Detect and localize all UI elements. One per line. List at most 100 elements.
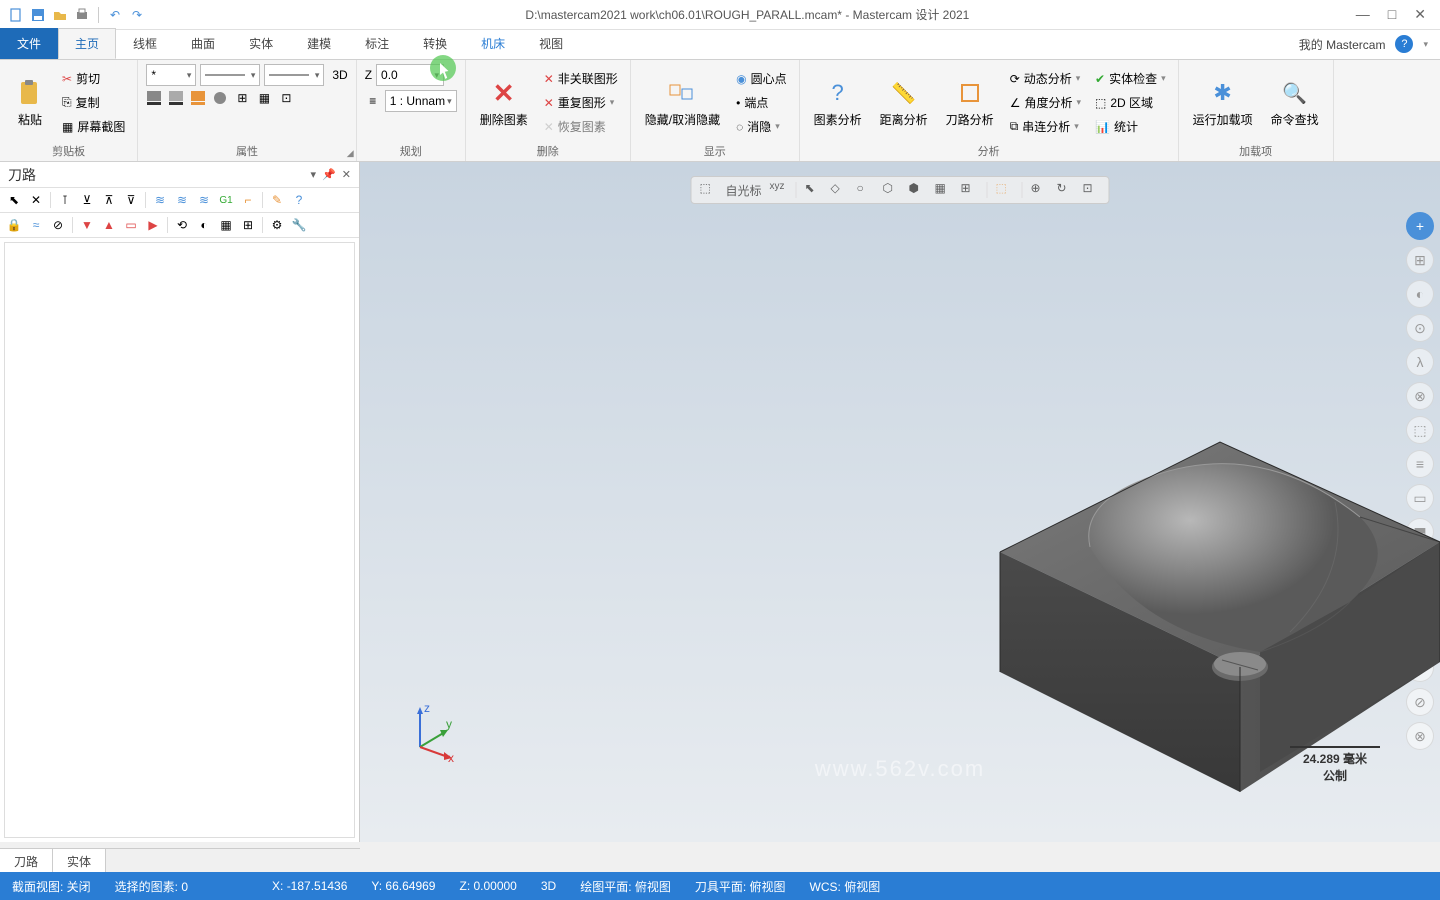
ft-icon1[interactable]: ⬚: [699, 181, 717, 199]
ft-icon10[interactable]: ⊕: [1031, 181, 1049, 199]
nonassoc-button[interactable]: ✕非关联图形: [540, 68, 622, 90]
help-icon[interactable]: ?: [291, 192, 307, 208]
tree-icon4[interactable]: ⊽: [123, 192, 139, 208]
3d-label[interactable]: 3D: [332, 68, 347, 82]
ft-icon5[interactable]: ⬡: [883, 181, 901, 199]
color-orange-icon[interactable]: [190, 90, 206, 106]
wrench-icon[interactable]: 🔧: [291, 217, 307, 233]
panel-close-icon[interactable]: ✕: [342, 168, 351, 181]
cursor-mode-label[interactable]: 自光标: [725, 182, 761, 199]
region-button[interactable]: ⬚2D 区域: [1091, 92, 1170, 114]
tab-surface[interactable]: 曲面: [174, 28, 232, 59]
ft-icon7[interactable]: ▦: [935, 181, 953, 199]
undo-icon[interactable]: ↶: [107, 7, 123, 23]
screenshot-button[interactable]: ▦屏幕截图: [58, 116, 129, 138]
endpoint-button[interactable]: •端点: [732, 92, 791, 114]
tab-solid[interactable]: 实体: [232, 28, 290, 59]
up-icon[interactable]: ▲: [101, 217, 117, 233]
angle-analyze-button[interactable]: ∠角度分析▾: [1006, 92, 1085, 114]
down-icon[interactable]: ▼: [79, 217, 95, 233]
chain-analyze-button[interactable]: ⧉串连分析▾: [1006, 116, 1085, 138]
stats-button[interactable]: 📊统计: [1091, 116, 1170, 138]
minimize-button[interactable]: —: [1356, 6, 1370, 23]
path-icon[interactable]: ⌐: [240, 192, 256, 208]
status-mode[interactable]: 3D: [541, 879, 556, 893]
tab-wireframe[interactable]: 线框: [116, 28, 174, 59]
dyn-analyze-button[interactable]: ⟳动态分析▾: [1006, 68, 1085, 90]
ft-icon11[interactable]: ↻: [1057, 181, 1075, 199]
right-icon[interactable]: ▶: [145, 217, 161, 233]
btab-solid[interactable]: 实体: [53, 849, 106, 872]
line-style-combo[interactable]: [200, 64, 260, 86]
material-icon[interactable]: [212, 90, 228, 106]
point-style-combo[interactable]: *: [146, 64, 196, 86]
tab-file[interactable]: 文件: [0, 28, 58, 59]
dist-analyze-button[interactable]: 📏距离分析: [874, 75, 934, 130]
select-x-icon[interactable]: ✕: [28, 192, 44, 208]
tab-dimension[interactable]: 标注: [348, 28, 406, 59]
ft-icon8[interactable]: ⊞: [961, 181, 979, 199]
ft-icon6[interactable]: ⬢: [909, 181, 927, 199]
ft-icon9[interactable]: ⬚: [996, 181, 1014, 199]
paste-button[interactable]: 粘贴: [8, 75, 52, 130]
copy-button[interactable]: ⎘复制: [58, 92, 129, 114]
gear-icon[interactable]: ⚙: [269, 217, 285, 233]
side-add-icon[interactable]: +: [1406, 212, 1434, 240]
check-button[interactable]: ✔实体检查▾: [1091, 68, 1170, 90]
layer-icon2[interactable]: ≋: [174, 192, 190, 208]
tree-icon1[interactable]: ⊺: [57, 192, 73, 208]
side-tool3-icon[interactable]: ⊙: [1406, 314, 1434, 342]
tab-model[interactable]: 建模: [290, 28, 348, 59]
attr-launcher-icon[interactable]: ◢: [347, 148, 354, 159]
g1-icon[interactable]: G1: [218, 192, 234, 208]
tab-machine[interactable]: 机床: [464, 28, 522, 59]
cmd-find-button[interactable]: 🔍命令查找: [1265, 75, 1325, 130]
color-fill-icon[interactable]: [146, 90, 162, 106]
delete-element-button[interactable]: ✕ 删除图素: [474, 75, 534, 130]
center-button[interactable]: ◉圆心点: [732, 68, 791, 90]
help-dropdown-icon[interactable]: ▾: [1423, 39, 1428, 50]
panel-dropdown-icon[interactable]: ▾: [311, 168, 317, 181]
tree-icon2[interactable]: ⊻: [79, 192, 95, 208]
select-icon[interactable]: ⬉: [6, 192, 22, 208]
hide-button[interactable]: 隐藏/取消隐藏: [639, 75, 726, 130]
tool-icon4[interactable]: ⊞: [240, 217, 256, 233]
help-icon[interactable]: ?: [1395, 35, 1413, 53]
tab-transform[interactable]: 转换: [406, 28, 464, 59]
duplicate-button[interactable]: ✕重复图形▾: [540, 92, 622, 114]
run-addon-button[interactable]: ✱运行加载项: [1187, 75, 1259, 130]
attr-icon3[interactable]: ⊡: [278, 90, 294, 106]
btab-toolpath[interactable]: 刀路: [0, 849, 53, 872]
open-icon[interactable]: [52, 7, 68, 23]
my-mastercam-link[interactable]: 我的 Mastercam: [1299, 36, 1386, 53]
close-button[interactable]: ✕: [1414, 6, 1426, 23]
ft-icon2[interactable]: ⬉: [805, 181, 823, 199]
ft-icon3[interactable]: ◇: [831, 181, 849, 199]
box-icon[interactable]: ▭: [123, 217, 139, 233]
maximize-button[interactable]: □: [1388, 6, 1396, 23]
save-icon[interactable]: [30, 7, 46, 23]
blank-button[interactable]: ◌消隐▾: [732, 116, 791, 138]
status-tplane[interactable]: 刀具平面: 俯视图: [695, 878, 786, 895]
layer-icon1[interactable]: ≋: [152, 192, 168, 208]
ft-icon12[interactable]: ⊡: [1083, 181, 1101, 199]
attr-icon2[interactable]: ▦: [256, 90, 272, 106]
line-width-combo[interactable]: [264, 64, 324, 86]
status-section[interactable]: 截面视图: 关闭: [12, 878, 91, 895]
color-fill2-icon[interactable]: [168, 90, 184, 106]
status-wcs[interactable]: WCS: 俯视图: [810, 878, 881, 895]
layer-icon[interactable]: ≡: [365, 93, 381, 109]
ft-xyz-icon[interactable]: xyz: [770, 181, 788, 199]
elem-analyze-button[interactable]: ?图素分析: [808, 75, 868, 130]
status-cplane[interactable]: 绘图平面: 俯视图: [580, 878, 671, 895]
new-icon[interactable]: [8, 7, 24, 23]
filter-icon[interactable]: ⊘: [50, 217, 66, 233]
side-tool2-icon[interactable]: ◐: [1406, 280, 1434, 308]
tool-analyze-button[interactable]: 刀路分析: [940, 75, 1000, 130]
viewport[interactable]: ⬚ 自光标 xyz ⬉ ◇ ○ ⬡ ⬢ ▦ ⊞ ⬚ ⊕ ↻ ⊡ + ⊞ ◐ ⊙ …: [360, 162, 1440, 842]
restore-button[interactable]: ✕恢复图素: [540, 116, 622, 138]
tree-icon3[interactable]: ⊼: [101, 192, 117, 208]
approx-icon[interactable]: ≈: [28, 217, 44, 233]
edit-icon[interactable]: ✎: [269, 192, 285, 208]
ft-icon4[interactable]: ○: [857, 181, 875, 199]
